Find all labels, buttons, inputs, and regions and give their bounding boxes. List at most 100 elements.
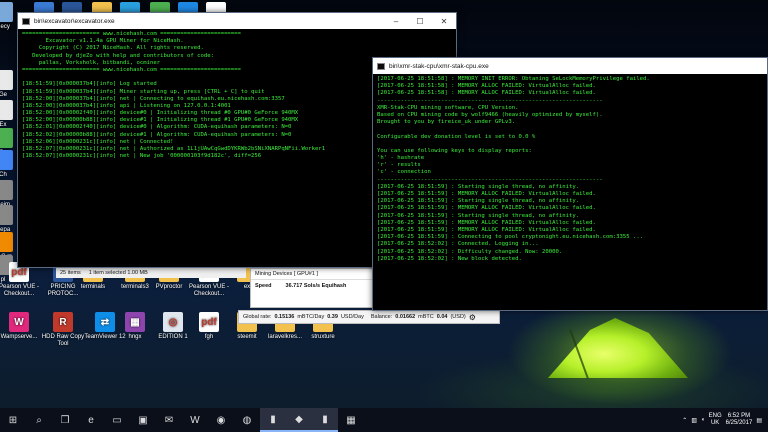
desktop-icon[interactable]: R HDD Raw Copy Tool [40,312,86,348]
desktop-icon-label: terminals [80,284,106,290]
desktop-icon-label: Ch [0,172,7,178]
console-line: [2017-06-25 18:51:59] : Starting single … [377,198,580,205]
close-button[interactable]: ✕ [432,13,456,29]
miner-icon[interactable]: ⚙ [469,313,476,322]
global-rate-label: Global rate: [243,314,272,320]
desktop-icon-label: HDD Raw Copy Tool [41,334,85,347]
console-line: [2017-06-25 18:52:02] : New block detect… [377,255,522,262]
balance-unit: mBTC [418,314,434,320]
minimize-button[interactable]: – [384,13,408,29]
console-line: [2017-06-25 18:52:02] : Difficulty chang… [377,248,563,255]
mail-icon[interactable]: ✉ [156,408,182,432]
console-line: [2017-06-25 18:51:59] : MEMORY ALLOC FAI… [377,205,596,212]
app-icon [0,205,13,225]
console-line: ======================= www.nicehash.com… [22,31,241,37]
app-icon [0,180,13,200]
desktop-icon[interactable]: Repa [0,205,18,234]
disc-icon: ◎ [163,312,183,332]
windows-start-icon[interactable]: ⊞ [0,408,26,432]
volume-icon[interactable]: ◖ [701,417,705,423]
desktop-icon[interactable]: Ge [0,70,18,99]
word-icon[interactable]: W [182,408,208,432]
app-icon [0,100,13,120]
desktop-icon[interactable]: Ch [0,150,18,179]
console-line: Excavator v1.1.4a GPU Miner for NiceHash… [22,38,184,45]
file-explorer-icon[interactable]: ▭ [104,408,130,432]
console-line: ----------------------------------------… [377,176,603,183]
console-line: [2017-06-25 18:51:59] : MEMORY ALLOC FAI… [377,226,596,233]
chrome-icon[interactable]: ◉ [208,408,234,432]
clock[interactable]: 6:52 PM 6/25/2017 [726,413,753,427]
app-icon[interactable]: ▦ [338,408,364,432]
balance-usd-unit: (USD) [450,314,466,320]
console-line: [2017-06-25 18:51:58] : MEMORY INIT ERRO… [377,76,650,82]
nicehash-icon[interactable]: ◆ [286,408,312,432]
cmd-icon[interactable]: ▮ [312,408,338,432]
clock-time: 6:52 PM [727,413,751,419]
items-count: 25 items [60,270,81,276]
wamp-icon: W [9,312,29,332]
console-line: [2017-06-25 18:51:58] : MEMORY ALLOC FAI… [377,83,596,90]
usd-unit: USD/Day [340,314,364,320]
console-icon [377,62,385,70]
console-line: Copyright (C) 2017 NiceHash. All rights … [22,45,204,52]
notification-icon[interactable]: ▤ [756,417,762,424]
edge-icon[interactable]: e [78,408,104,432]
balance-value: 0.01662 [395,314,416,320]
console-line: 'h' - hashrate [377,155,425,162]
task-view-icon[interactable]: ❐ [52,408,78,432]
chrome-icon [0,150,13,170]
tent-wallpaper [548,318,688,378]
search-icon[interactable]: ⌕ [26,408,52,432]
firefox-icon[interactable]: ◍ [234,408,260,432]
xmr-title: bin\xmr-stak-cpu\xmr-stak-cpu.exe [389,62,489,70]
selected-info: 1 item selected 1.00 MB [88,270,148,276]
terminal-icon[interactable]: ▮ [260,408,286,432]
desktop: RecyGeExGoChReimRepaVLC mpl pdfPearson V… [0,0,768,408]
desktop-icon-label: Pearson VUE - Checkout... [0,284,40,297]
app-icon [0,70,13,90]
console-line: Brought to you by fireice_uk under GPLv3… [377,119,516,126]
region: UK [710,420,720,426]
console-line: [2017-06-25 18:51:58] : MEMORY ALLOC FAI… [377,90,596,97]
xmr-titlebar[interactable]: bin\xmr-stak-cpu\xmr-stak-cpu.exe [373,58,767,74]
console-icon [22,17,30,25]
xmr-stak-window[interactable]: bin\xmr-stak-cpu\xmr-stak-cpu.exe [2017-… [372,57,768,311]
console-line: XMR-Stak-CPU mining software, CPU Versio… [377,104,519,111]
desktop-icon[interactable]: W Wampserve... [0,312,42,341]
console-line: [2017-06-25 18:51:59] : Connecting to po… [377,234,644,241]
console-line: 'c' - connection [377,169,431,176]
console-line: Configurable dev donation level is set t… [377,133,536,140]
clock-date: 6/25/2017 [725,420,753,426]
balance-usd-value: 0.04 [436,314,448,320]
usd-rate-value: 0.39 [327,314,338,320]
network-icon[interactable]: ▥ [691,417,697,424]
desktop-icon[interactable]: Recy [0,2,18,31]
store-icon[interactable]: ▣ [130,408,156,432]
pdf-icon: pdf [199,312,219,332]
maximize-button[interactable]: ☐ [408,13,432,29]
vlc-icon [0,232,13,252]
system-tray: ⌃ ▥ ◖ ENG UK 6:52 PM 6/25/2017 ▤ [682,408,768,432]
explorer-status-bar: 25 items 1 item selected 1.00 MB [56,268,246,278]
console-line: [2017-06-25 18:52:02] : Connected. Loggi… [377,241,539,248]
speed-value: 36.717 Sols/s Equihash [285,283,347,289]
console-line: 'r' - results [377,162,421,169]
mining-devices-header: Mining Devices [ GPU#1 ] [251,269,373,280]
desktop-icon[interactable]: Ex [0,100,18,129]
rate-unit: mBTC/Day [297,314,325,320]
console-line: You can use following keys to display re… [377,147,532,154]
excavator-titlebar[interactable]: bin\excavator\excavator.exe – ☐ ✕ [18,13,456,29]
language-indicator[interactable]: ENG UK [709,413,722,427]
desktop-icon-label: Recy [0,24,10,30]
desktop-icon-label: struxture [311,334,335,340]
console-line: Based on CPU mining code by wolf9466 (he… [377,111,603,118]
nicehash-status-bar: Global rate: 0.15136 mBTC/Day 0.39 USD/D… [238,310,500,324]
recycle-bin-icon [0,2,13,22]
xmr-console[interactable]: [2017-06-25 18:51:58] : MEMORY INIT ERRO… [373,74,767,265]
desktop-icon-label: Wampserve... [0,334,38,340]
hdd-tool-icon: R [53,312,73,332]
tray-chevron-icon[interactable]: ⌃ [682,417,687,424]
